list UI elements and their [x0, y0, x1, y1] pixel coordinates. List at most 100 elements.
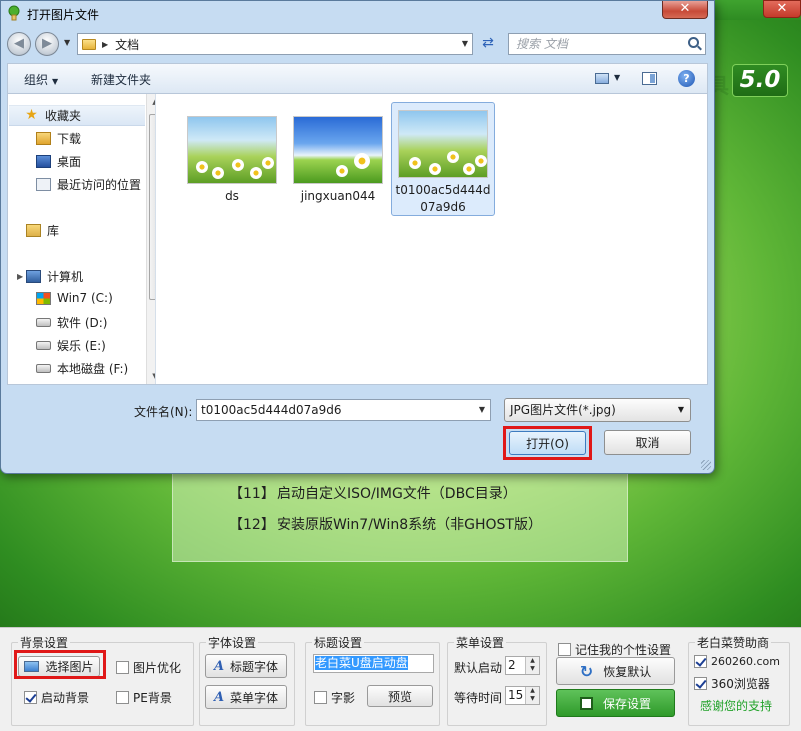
menu-line-text: 启动自定义ISO/IMG文件（DBC目录）: [277, 486, 517, 502]
title-settings-group: 标题设置 老白菜U盘启动盘 字影 预览: [305, 634, 440, 726]
nav-drive-d[interactable]: 软件 (D:): [36, 314, 107, 331]
checkbox-box: [116, 691, 129, 704]
text-shadow-checkbox[interactable]: 字影: [314, 689, 355, 706]
title-font-button[interactable]: A 标题字体: [205, 654, 287, 678]
up-arrow-icon[interactable]: ▲: [526, 687, 539, 695]
file-item-t0100ac5d444d07a9d6[interactable]: t0100ac5d444d07a9d6: [391, 102, 495, 216]
view-mode-icon[interactable]: [595, 73, 609, 84]
search-input[interactable]: 搜索 文档: [508, 33, 706, 55]
wait-time-stepper[interactable]: 15 ▲ ▼: [505, 686, 540, 705]
preview-pane-icon[interactable]: [642, 72, 657, 85]
checkbox-box: [694, 655, 707, 668]
sponsor-260260-checkbox[interactable]: 260260.com: [694, 655, 780, 668]
nav-label: 最近访问的位置: [57, 178, 142, 192]
highlight-ring: [14, 650, 106, 679]
nav-favorites[interactable]: ★ 收藏夹: [9, 105, 145, 126]
breadcrumb-arrow-icon[interactable]: ▶: [102, 40, 108, 49]
filename-label: 文件名(N):: [134, 405, 193, 419]
computer-icon: [26, 270, 41, 283]
down-arrow-icon[interactable]: ▼: [526, 695, 539, 703]
dialog-title: 打开图片文件: [27, 8, 100, 22]
title-text-value: 老白菜U盘启动盘: [315, 656, 408, 670]
forward-arrow-icon: ▶: [42, 36, 52, 51]
restore-defaults-button[interactable]: ↻ 恢复默认: [556, 657, 675, 685]
enable-background-checkbox[interactable]: 启动背景: [24, 689, 89, 706]
nav-desktop[interactable]: 桌面: [36, 153, 81, 170]
scrollbar-thumb[interactable]: [149, 114, 155, 300]
checkbox-label: PE背景: [133, 691, 172, 705]
nav-computer[interactable]: 计算机: [26, 268, 83, 285]
resize-grip[interactable]: [701, 460, 711, 470]
hard-drive-icon: [36, 364, 51, 373]
nav-label: 本地磁盘 (F:): [57, 362, 129, 376]
dialog-close-button[interactable]: ✕: [662, 1, 708, 19]
filetype-select[interactable]: JPG图片文件(*.jpg) ▼: [504, 398, 691, 422]
dialog-title-bar[interactable]: 打开图片文件 ✕: [1, 1, 714, 25]
menu-font-button[interactable]: A 菜单字体: [205, 685, 287, 709]
remember-settings-checkbox[interactable]: 记住我的个性设置: [558, 641, 671, 658]
hard-drive-icon: [36, 341, 51, 350]
recent-pages-dropdown-icon[interactable]: ▼: [64, 38, 70, 47]
checkbox-label: 启动背景: [41, 691, 90, 705]
navigation-scrollbar[interactable]: ▲ ▼: [146, 94, 155, 384]
nav-downloads[interactable]: 下载: [36, 130, 81, 147]
checkbox-box: [24, 691, 37, 704]
save-settings-button[interactable]: 保存设置: [556, 689, 675, 717]
font-settings-group: 字体设置 A 标题字体 A 菜单字体: [199, 634, 295, 726]
sponsor-360-checkbox[interactable]: 360浏览器: [694, 675, 770, 692]
group-title: 标题设置: [312, 634, 365, 651]
filename-dropdown-icon[interactable]: ▼: [479, 400, 485, 420]
file-item-ds[interactable]: ds: [180, 110, 284, 208]
forward-button[interactable]: ▶: [35, 32, 59, 56]
down-arrow-icon[interactable]: ▼: [526, 665, 539, 673]
group-title: 老白菜赞助商: [695, 634, 772, 651]
file-item-jingxuan044[interactable]: jingxuan044: [286, 110, 390, 208]
stepper-arrows[interactable]: ▲ ▼: [525, 687, 539, 704]
filename-input[interactable]: t0100ac5d444d07a9d6 ▼: [196, 399, 491, 421]
menu-font-label: 菜单字体: [230, 690, 279, 705]
checkbox-box: [116, 661, 129, 674]
nav-recent-places[interactable]: 最近访问的位置: [36, 176, 141, 193]
back-button[interactable]: ◀: [7, 32, 31, 56]
cancel-button[interactable]: 取消: [604, 430, 691, 455]
wait-time-label: 等待时间: [454, 691, 503, 705]
back-arrow-icon: ◀: [14, 36, 24, 51]
menu-settings-group: 菜单设置 默认启动 2 ▲ ▼ 等待时间 15 ▲ ▼: [447, 634, 547, 726]
nav-libraries[interactable]: 库: [26, 222, 59, 239]
search-icon[interactable]: [688, 37, 699, 48]
nav-drive-f[interactable]: 本地磁盘 (F:): [36, 360, 128, 377]
app-close-button[interactable]: ✕: [763, 0, 801, 18]
address-dropdown-icon[interactable]: ▼: [462, 39, 468, 48]
pe-background-checkbox[interactable]: PE背景: [116, 689, 172, 706]
up-arrow-icon[interactable]: ▲: [526, 657, 539, 665]
default-boot-stepper[interactable]: 2 ▲ ▼: [505, 656, 540, 675]
version-badge: 5.0: [732, 64, 788, 97]
view-options-dropdown-icon[interactable]: ▼: [614, 73, 620, 82]
breadcrumb-documents[interactable]: 文档: [115, 36, 139, 53]
nav-drive-c[interactable]: Win7 (C:): [36, 291, 113, 305]
open-button[interactable]: 打开(O): [509, 431, 586, 455]
organize-menu[interactable]: 组织 ▼: [24, 71, 58, 88]
app-logo-icon: [8, 5, 20, 21]
scroll-up-icon[interactable]: ▲: [147, 94, 155, 110]
file-list: ds jingxuan044 t0100ac5d444d07a9d6: [164, 94, 707, 384]
help-icon[interactable]: ?: [678, 70, 695, 87]
default-boot-value: 2: [508, 658, 516, 672]
group-title: 背景设置: [18, 634, 71, 651]
title-text-input[interactable]: 老白菜U盘启动盘: [313, 654, 434, 673]
font-icon: A: [213, 689, 225, 705]
menu-line-12: 【12】 安装原版Win7/Win8系统（非GHOST版）: [229, 514, 542, 534]
address-bar[interactable]: ▶ 文档 ▼: [77, 33, 473, 55]
stepper-arrows[interactable]: ▲ ▼: [525, 657, 539, 674]
refresh-button[interactable]: ⇄: [477, 34, 499, 54]
file-name: t0100ac5d444d07a9d6: [395, 183, 491, 214]
group-title: 菜单设置: [454, 634, 507, 651]
scroll-down-icon[interactable]: ▼: [147, 368, 155, 384]
organize-label: 组织: [24, 73, 49, 87]
preview-button[interactable]: 预览: [367, 685, 433, 707]
new-folder-button[interactable]: 新建文件夹: [91, 71, 151, 88]
expand-arrow-icon[interactable]: ▶: [17, 272, 23, 281]
nav-drive-e[interactable]: 娱乐 (E:): [36, 337, 106, 354]
boot-menu-panel: 【11】 启动自定义ISO/IMG文件（DBC目录） 【12】 安装原版Win7/W…: [172, 472, 628, 562]
optimize-image-checkbox[interactable]: 图片优化: [116, 659, 181, 676]
